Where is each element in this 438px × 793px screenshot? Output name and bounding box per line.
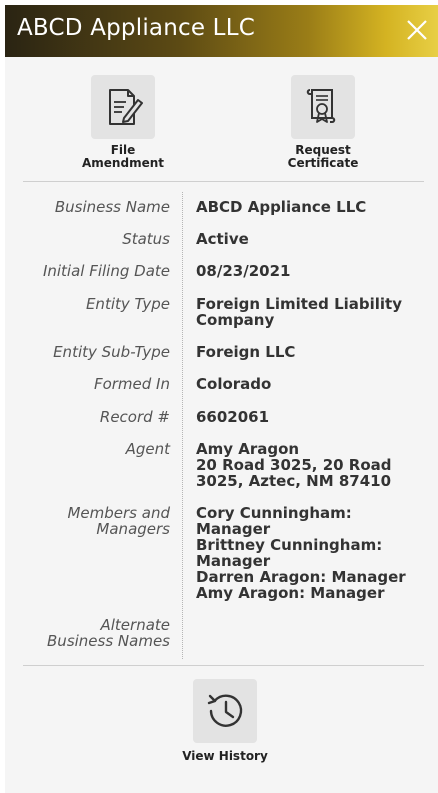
detail-key: Record # bbox=[99, 408, 170, 426]
business-detail-panel: ABCD Appliance LLC File Amendment Reques… bbox=[5, 5, 438, 793]
detail-value: Cory Cunningham: Manager Brittney Cunnin… bbox=[196, 504, 406, 602]
file-amendment-label: File Amendment bbox=[82, 143, 164, 170]
detail-value: Foreign LLC bbox=[196, 343, 296, 361]
details-column-divider bbox=[182, 192, 183, 659]
detail-key: Agent bbox=[125, 440, 170, 458]
bottom-divider bbox=[23, 665, 424, 666]
panel-header: ABCD Appliance LLC bbox=[5, 5, 438, 57]
close-button[interactable] bbox=[402, 15, 432, 45]
detail-key: Initial Filing Date bbox=[42, 262, 170, 280]
detail-value: ABCD Appliance LLC bbox=[196, 198, 367, 216]
close-icon bbox=[407, 20, 427, 40]
view-history-button[interactable]: View History bbox=[175, 679, 275, 763]
request-certificate-icon-box bbox=[291, 75, 355, 139]
certificate-icon bbox=[306, 89, 336, 123]
detail-value: 08/23/2021 bbox=[196, 262, 291, 280]
document-edit-icon bbox=[109, 89, 143, 125]
top-divider bbox=[23, 181, 424, 182]
actions-bar: File Amendment Request Certificate bbox=[5, 75, 438, 175]
view-history-icon-box bbox=[193, 679, 257, 743]
detail-key: Formed In bbox=[93, 375, 170, 393]
file-amendment-icon-box bbox=[91, 75, 155, 139]
view-history-label: View History bbox=[182, 749, 268, 763]
history-clock-icon bbox=[207, 694, 243, 727]
detail-value: Colorado bbox=[196, 375, 272, 393]
detail-value: 6602061 bbox=[196, 408, 270, 426]
detail-value: Active bbox=[196, 230, 249, 248]
file-amendment-button[interactable]: File Amendment bbox=[53, 75, 193, 170]
detail-key: Business Name bbox=[54, 198, 170, 216]
request-certificate-button[interactable]: Request Certificate bbox=[253, 75, 393, 170]
detail-key: Status bbox=[122, 230, 170, 248]
panel-title: ABCD Appliance LLC bbox=[17, 15, 255, 41]
request-certificate-label: Request Certificate bbox=[287, 143, 359, 170]
detail-key: Members and Managers bbox=[67, 504, 170, 538]
detail-key: Entity Sub-Type bbox=[53, 343, 170, 361]
detail-key: Alternate Business Names bbox=[47, 616, 170, 650]
detail-key: Entity Type bbox=[85, 295, 170, 313]
detail-value: Foreign Limited Liability Company bbox=[196, 295, 403, 329]
detail-value: Amy Aragon 20 Road 3025, 20 Road 3025, A… bbox=[196, 440, 392, 490]
